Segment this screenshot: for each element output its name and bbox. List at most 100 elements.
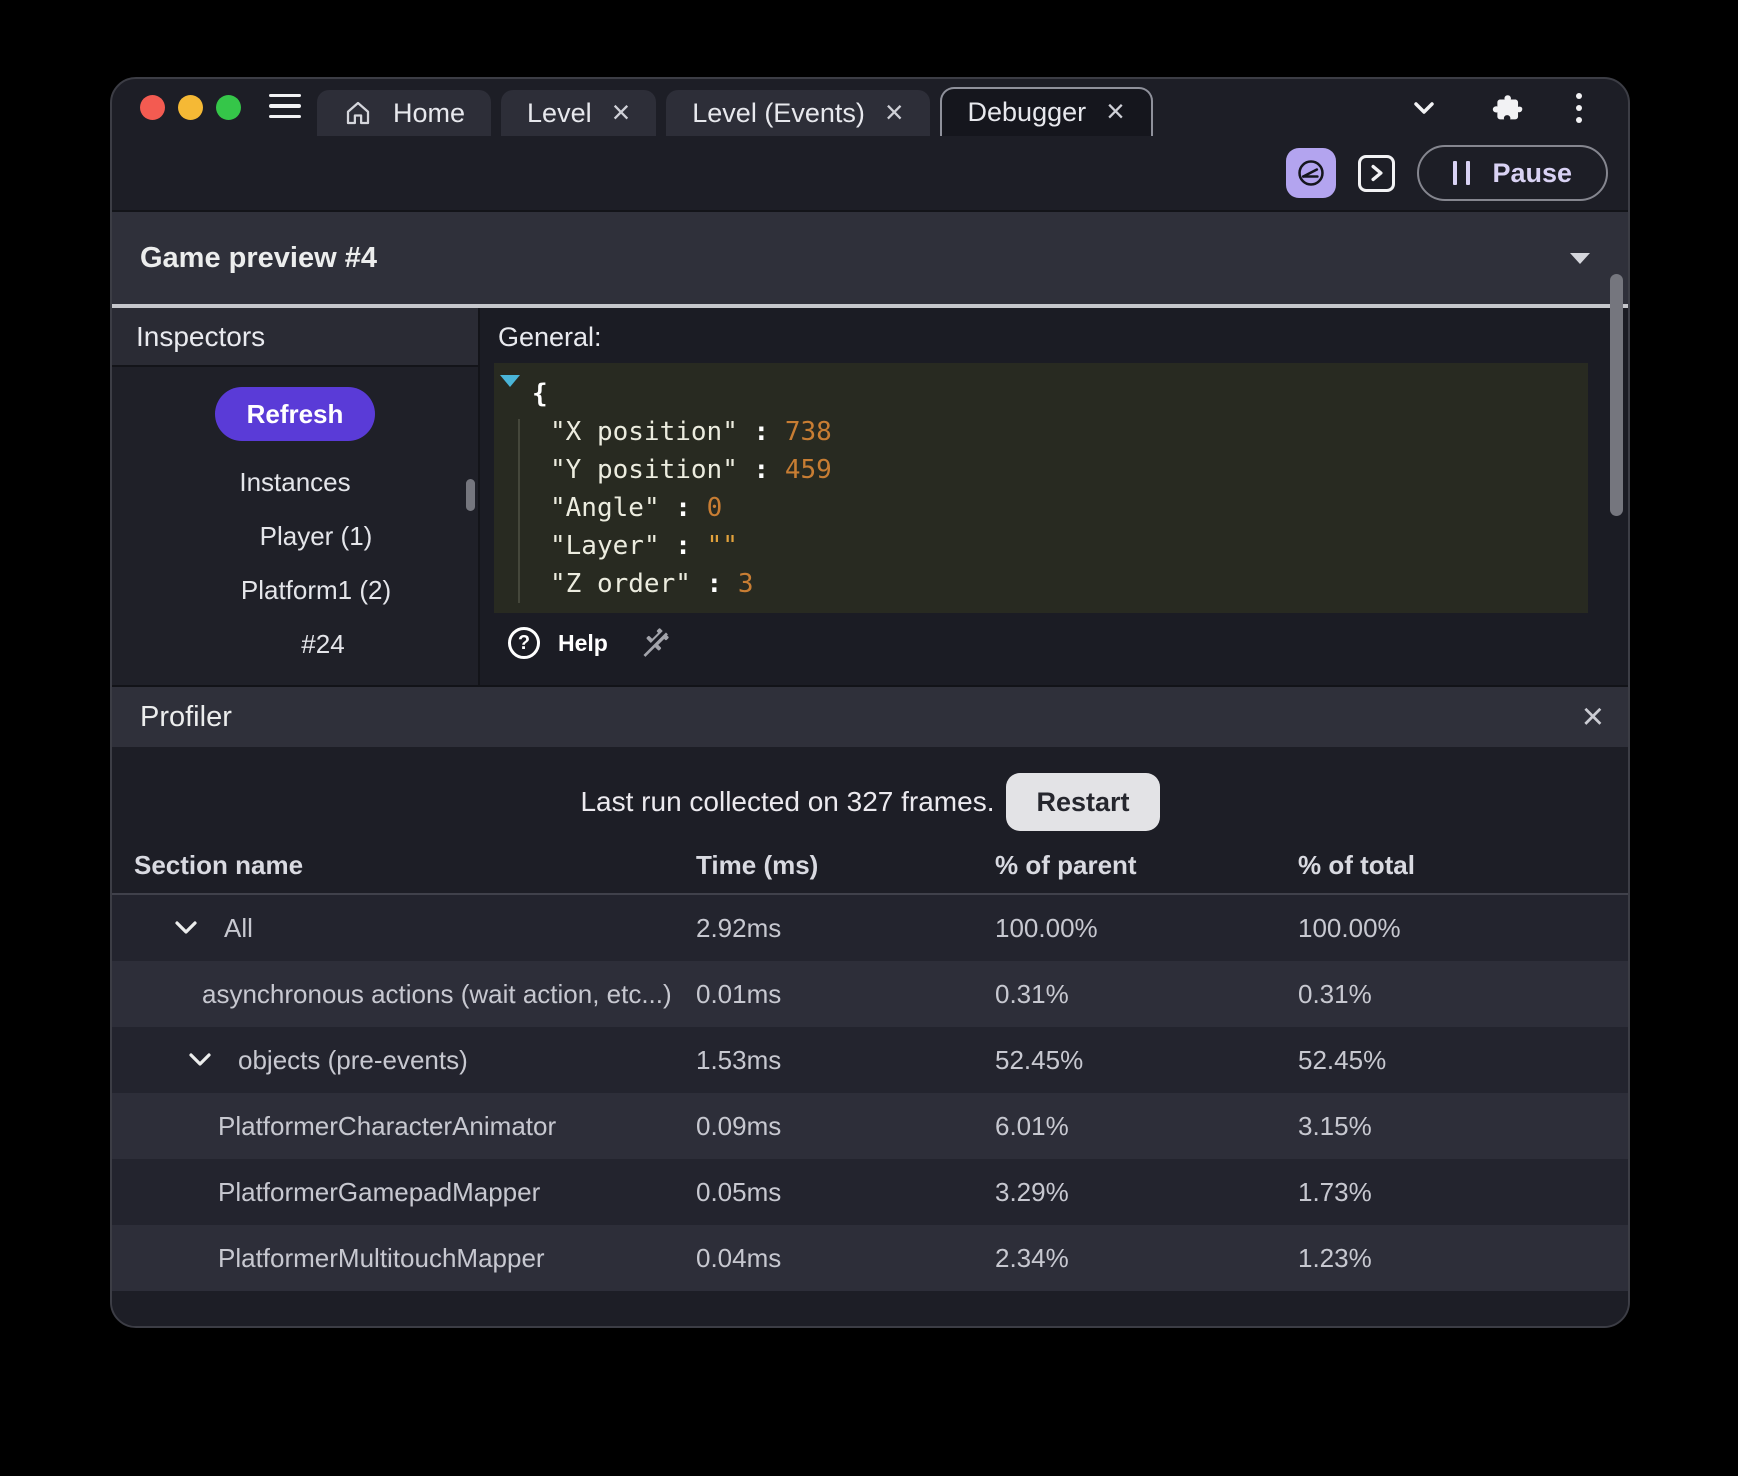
percent-of-parent: 0.31% <box>995 978 1069 1009</box>
traffic-lights <box>140 95 241 120</box>
tab-close-icon[interactable]: × <box>885 96 904 128</box>
chevron-down-icon[interactable] <box>188 1052 212 1068</box>
inspectors-panel: Inspectors Refresh Instances Player (1) … <box>112 308 480 685</box>
debugger-window: Home Level × Level (Events) × Debugger × <box>110 77 1630 1328</box>
tab-level-events[interactable]: Level (Events) × <box>666 90 930 136</box>
percent-of-parent: 6.01% <box>995 1110 1069 1141</box>
tab-close-icon[interactable]: × <box>1106 95 1125 127</box>
json-value: 459 <box>784 455 832 485</box>
profiler-close-icon[interactable]: × <box>1582 698 1604 736</box>
chevron-down-icon[interactable] <box>174 920 198 936</box>
section-name: objects (pre-events) <box>238 1044 468 1075</box>
tab-close-icon[interactable]: × <box>612 96 631 128</box>
console-button[interactable] <box>1358 154 1396 192</box>
help-label[interactable]: Help <box>558 630 608 657</box>
help-icon[interactable]: ? <box>508 627 540 659</box>
inspectors-panel-title: Inspectors <box>112 308 478 367</box>
chevron-down-icon[interactable] <box>1408 92 1440 124</box>
profiler-header: Profiler × <box>112 685 1628 747</box>
hamburger-menu-icon[interactable] <box>269 93 301 118</box>
json-colon: : <box>737 455 785 485</box>
close-window-button[interactable] <box>140 95 165 120</box>
game-preview-title: Game preview #4 <box>140 241 377 274</box>
percent-of-parent: 52.45% <box>995 1044 1084 1075</box>
profiler-title: Profiler <box>140 700 232 733</box>
inspector-item-24[interactable]: #24 <box>112 617 478 671</box>
percent-of-total: 3.15% <box>1298 1110 1372 1141</box>
home-icon <box>346 101 370 125</box>
titlebar: Home Level × Level (Events) × Debugger × <box>112 79 1628 136</box>
json-entry: Y position : 459 <box>494 451 1588 489</box>
time-ms: 0.09ms <box>696 1110 782 1141</box>
profiler-panel: Last run collected on 327 frames. Restar… <box>112 747 1628 1326</box>
json-entry: Angle : 0 <box>494 489 1588 527</box>
minimize-window-button[interactable] <box>178 95 203 120</box>
general-panel: General: { X position : 738 Y position :… <box>480 308 1628 685</box>
percent-of-total: 1.73% <box>1298 1176 1372 1207</box>
inspector-item-player[interactable]: Player (1) <box>112 509 478 563</box>
column-header-percent-total: % of total <box>1298 849 1415 880</box>
inspector-item-instances[interactable]: Instances <box>112 455 478 509</box>
section-name: PlatformerCharacterAnimator <box>218 1110 557 1141</box>
pause-button[interactable]: Pause <box>1417 145 1608 201</box>
percent-of-total: 52.45% <box>1298 1044 1387 1075</box>
json-entry: Z order : 3 <box>494 565 1588 603</box>
tab-label: Level <box>527 97 592 128</box>
column-header-section: Section name <box>134 849 304 880</box>
tab-bar: Home Level × Level (Events) × Debugger × <box>317 87 1153 136</box>
percent-of-parent: 3.29% <box>995 1176 1069 1207</box>
profiler-table-header: Section name Time (ms) % of parent % of … <box>112 837 1628 895</box>
json-key: Y position <box>550 455 738 485</box>
percent-of-total: 1.23% <box>1298 1242 1372 1273</box>
restart-button[interactable]: Restart <box>1006 773 1160 831</box>
column-header-time: Time (ms) <box>696 849 819 880</box>
json-value: "" <box>706 531 738 561</box>
console-chevron-icon <box>1371 164 1383 182</box>
unpin-icon[interactable] <box>636 625 672 661</box>
tab-home[interactable]: Home <box>317 90 492 136</box>
json-value: 0 <box>706 493 723 523</box>
time-ms: 2.92ms <box>696 912 782 943</box>
zoom-window-button[interactable] <box>216 95 241 120</box>
tab-level[interactable]: Level × <box>501 90 657 136</box>
table-row-character-animator: PlatformerCharacterAnimator 0.09ms 6.01%… <box>112 1093 1628 1159</box>
table-row-objects[interactable]: objects (pre-events) 1.53ms 52.45% 52.45… <box>112 1027 1628 1093</box>
percent-of-parent: 100.00% <box>995 912 1098 943</box>
json-colon: : <box>659 493 707 523</box>
json-key: Z order <box>550 569 691 599</box>
refresh-button[interactable]: Refresh <box>214 387 376 441</box>
extensions-puzzle-icon[interactable] <box>1490 91 1524 125</box>
inspectors-scrollbar-thumb[interactable] <box>466 479 475 511</box>
json-value: 3 <box>737 569 754 599</box>
profiler-toggle-button[interactable] <box>1286 148 1337 198</box>
table-row-all[interactable]: All 2.92ms 100.00% 100.00% <box>112 895 1628 961</box>
gauge-icon <box>1298 160 1325 186</box>
inspectors-list: Refresh Instances Player (1) Platform1 (… <box>112 367 478 685</box>
percent-of-total: 0.31% <box>1298 978 1372 1009</box>
json-inspector: { X position : 738 Y position : 459 Angl… <box>494 363 1588 613</box>
json-value: 738 <box>784 417 832 447</box>
pause-label: Pause <box>1492 157 1572 188</box>
json-entry: X position : 738 <box>494 413 1588 451</box>
inspector-item-platform1[interactable]: Platform1 (2) <box>112 563 478 617</box>
percent-of-total: 100.00% <box>1298 912 1401 943</box>
time-ms: 0.04ms <box>696 1242 782 1273</box>
tab-label: Level (Events) <box>692 97 865 128</box>
more-options-icon[interactable] <box>1574 91 1584 125</box>
help-row: ? Help <box>494 625 1588 661</box>
collapse-caret-icon[interactable] <box>1570 252 1590 264</box>
percent-of-parent: 2.34% <box>995 1242 1069 1273</box>
profiler-status-text: Last run collected on 327 frames. <box>580 786 995 817</box>
time-ms: 0.01ms <box>696 978 782 1009</box>
json-colon: : <box>737 417 785 447</box>
table-row-async: asynchronous actions (wait action, etc..… <box>112 961 1628 1027</box>
game-preview-header[interactable]: Game preview #4 <box>112 210 1628 304</box>
debugger-toolbar: Pause <box>112 136 1628 210</box>
column-header-percent-parent: % of parent <box>995 849 1137 880</box>
tab-label: Home <box>393 97 466 128</box>
tab-debugger[interactable]: Debugger × <box>939 87 1153 136</box>
main-scrollbar-thumb[interactable] <box>1610 274 1623 516</box>
json-colon: : <box>659 531 707 561</box>
general-panel-title: General: <box>498 322 602 352</box>
json-colon: : <box>690 569 738 599</box>
